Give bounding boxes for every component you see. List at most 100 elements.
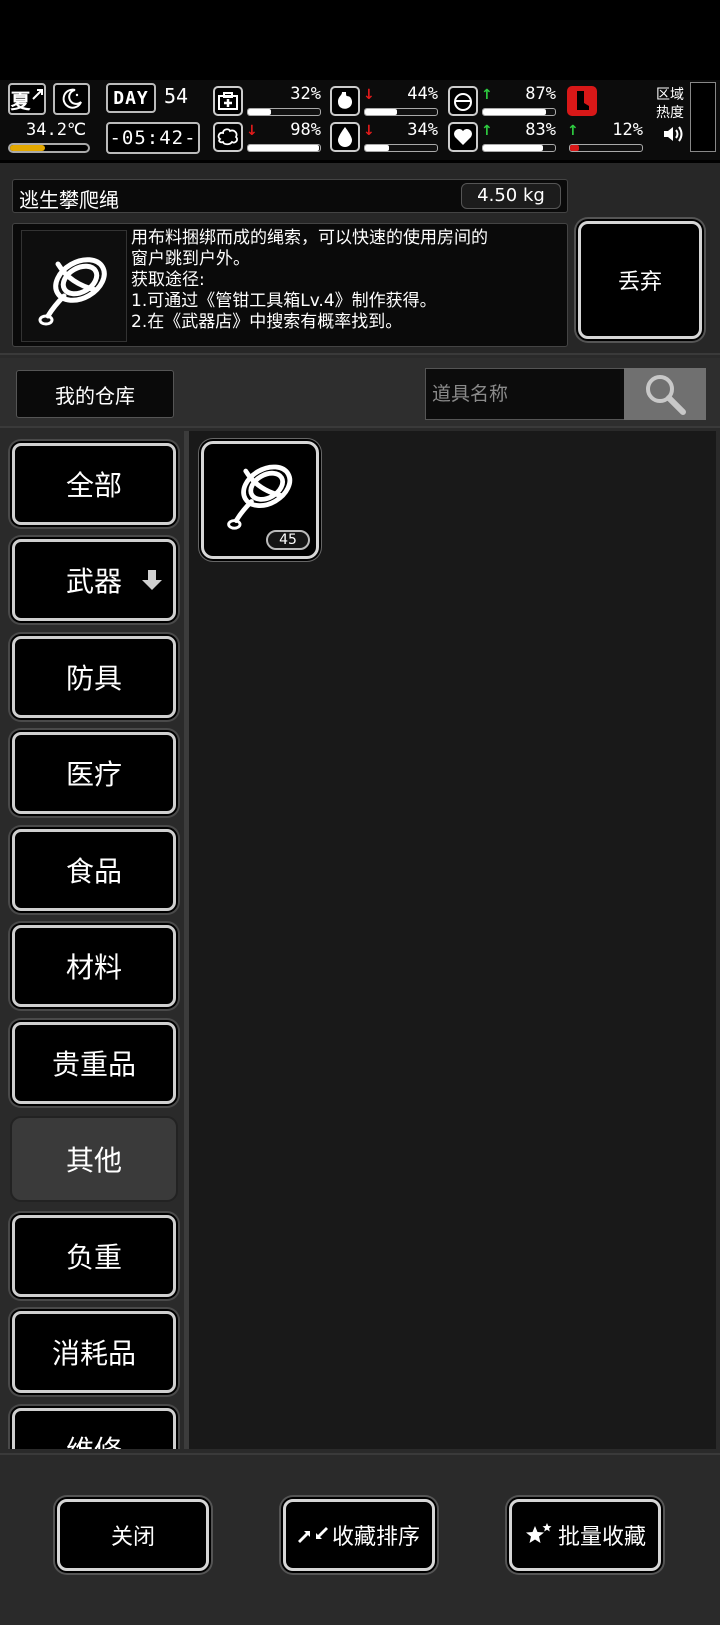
search-button[interactable] [624, 368, 706, 420]
category-load[interactable]: 负重 [12, 1215, 176, 1297]
season-indicator: 夏 [8, 83, 46, 115]
stat-stamina-up-arrow-icon: ↑ [481, 87, 493, 103]
item-weight: 4.50 kg [461, 183, 561, 209]
warehouse-content: 全部 武器 防具 医疗 食品 材料 贵重品 其他 负重 消耗品 维修 [0, 431, 720, 1449]
stat-hunger-down-arrow-icon: ↓ [363, 87, 375, 103]
item-detail-panel: 逃生攀爬绳 4.50 kg 用布料捆绑而成的绳索，可以快速的使用房间的 窗户跳到… [0, 163, 720, 355]
description-line: 获取途径: [131, 270, 205, 290]
category-all[interactable]: 全部 [12, 443, 176, 525]
warehouse-header: 我的仓库 [0, 358, 720, 428]
stat-brain: ↓ 98% [213, 120, 321, 154]
category-label: 负重 [65, 1241, 122, 1274]
stat-health: 32% [213, 84, 321, 118]
stat-hunger-value: 44% [407, 84, 438, 104]
speaker-icon[interactable] [662, 124, 684, 149]
stat-hunger-bar [364, 108, 438, 116]
sun-arrow-icon [31, 89, 43, 100]
description-line: 1.可通过《管钳工具箱Lv.4》制作获得。 [131, 291, 437, 311]
batch-favorite-label: 批量收藏 [557, 1525, 646, 1550]
lungs-icon [448, 86, 478, 116]
category-label: 维修 [66, 1429, 122, 1449]
stat-health-value: 32% [290, 84, 321, 104]
category-label: 消耗品 [51, 1337, 136, 1370]
stat-thirst-down-arrow-icon: ↓ [363, 123, 375, 139]
category-label: 食品 [65, 855, 122, 888]
swap-arrows-icon [297, 1523, 328, 1547]
area-heat-label: 区域热度 [656, 87, 684, 121]
stat-mood-value: 83% [525, 120, 556, 140]
favorite-sort-button[interactable]: 收藏排序 [283, 1499, 435, 1571]
item-description-box: 用布料捆绑而成的绳索，可以快速的使用房间的 窗户跳到户外。 获取途径: 1.可通… [12, 223, 568, 347]
item-description: 用布料捆绑而成的绳索，可以快速的使用房间的 窗户跳到户外。 获取途径: 1.可通… [131, 228, 561, 333]
stat-load-fill [570, 145, 579, 151]
stat-thirst-value: 34% [407, 120, 438, 140]
category-list[interactable]: 全部 武器 防具 医疗 食品 材料 贵重品 其他 负重 消耗品 维修 [4, 431, 184, 1449]
stat-mood: ↑ 83% [448, 120, 556, 154]
category-valuables[interactable]: 贵重品 [12, 1022, 176, 1104]
stat-load: ↑ 12% [567, 120, 643, 154]
search-input[interactable] [425, 368, 625, 420]
down-arrow-icon [142, 570, 162, 590]
my-warehouse-label: 我的仓库 [16, 370, 174, 418]
category-label: 医疗 [65, 758, 122, 791]
stat-load-bar [569, 144, 643, 152]
description-line: 用布料捆绑而成的绳索，可以快速的使用房间的 [131, 228, 488, 248]
search-icon [646, 375, 686, 415]
temperature-bar-fill [10, 145, 46, 151]
inventory-slot[interactable]: 45 [201, 441, 319, 559]
stat-stamina-bar [482, 108, 556, 116]
stat-brain-down-arrow-icon: ↓ [246, 123, 258, 139]
category-label: 其他 [65, 1144, 122, 1177]
category-label: 全部 [65, 469, 122, 502]
moon-icon [53, 83, 90, 115]
warehouse-screen: 逃生攀爬绳 4.50 kg 用布料捆绑而成的绳索，可以快速的使用房间的 窗户跳到… [0, 163, 720, 1625]
close-button[interactable]: 关闭 [57, 1499, 209, 1571]
stat-health-bar [247, 108, 321, 116]
first-aid-icon [213, 86, 243, 116]
clock: -05:42- [106, 122, 200, 154]
item-name: 逃生攀爬绳 [19, 188, 119, 212]
stat-stamina-fill [483, 109, 546, 115]
inventory-grid: 45 [189, 431, 716, 1449]
stat-mood-fill [483, 145, 543, 151]
stat-thirst-bar [364, 144, 438, 152]
stomach-icon [330, 86, 360, 116]
boot-icon [567, 86, 597, 116]
stat-brain-fill [248, 145, 319, 151]
stat-load-icon-block [567, 84, 647, 118]
favorite-sort-label: 收藏排序 [331, 1525, 420, 1550]
stat-health-fill [248, 109, 272, 115]
description-line: 窗户跳到户外。 [131, 249, 250, 269]
stat-load-value: 12% [612, 120, 643, 140]
category-consumables[interactable]: 消耗品 [12, 1311, 176, 1393]
category-materials[interactable]: 材料 [12, 925, 176, 1007]
water-drop-icon [330, 122, 360, 152]
batch-favorite-button[interactable]: 批量收藏 [509, 1499, 661, 1571]
stat-thirst-fill [365, 145, 390, 151]
stat-hunger: ↓ 44% [330, 84, 438, 118]
stars-icon [524, 1522, 554, 1548]
stat-mood-up-arrow-icon: ↑ [481, 123, 493, 139]
category-medical[interactable]: 医疗 [12, 732, 176, 814]
bottom-toolbar: 关闭 收藏排序 批量收藏 [0, 1453, 720, 1625]
stat-stamina: ↑ 87% [448, 84, 556, 118]
status-bar: 夏 34.2℃ DAY 54 -05:42- 32% ↓ 44% ↑ 87% ↓… [0, 80, 720, 160]
stat-load-up-arrow-icon: ↑ [567, 123, 579, 139]
stat-brain-bar [247, 144, 321, 152]
brain-icon [213, 122, 243, 152]
stat-mood-bar [482, 144, 556, 152]
discard-button[interactable]: 丢弃 [578, 221, 702, 339]
category-weapons[interactable]: 武器 [12, 539, 176, 621]
rope-icon [227, 464, 293, 530]
stat-thirst: ↓ 34% [330, 120, 438, 154]
category-repair[interactable]: 维修 [12, 1408, 176, 1449]
category-other[interactable]: 其他 [12, 1118, 176, 1200]
description-line: 2.在《武器店》中搜索有概率找到。 [131, 312, 403, 332]
category-label: 贵重品 [51, 1048, 136, 1081]
category-food[interactable]: 食品 [12, 829, 176, 911]
category-armor[interactable]: 防具 [12, 636, 176, 718]
stat-brain-value: 98% [290, 120, 321, 140]
item-rope-icon [21, 230, 127, 342]
day-label: DAY [106, 83, 156, 113]
item-count-badge: 45 [266, 530, 310, 550]
